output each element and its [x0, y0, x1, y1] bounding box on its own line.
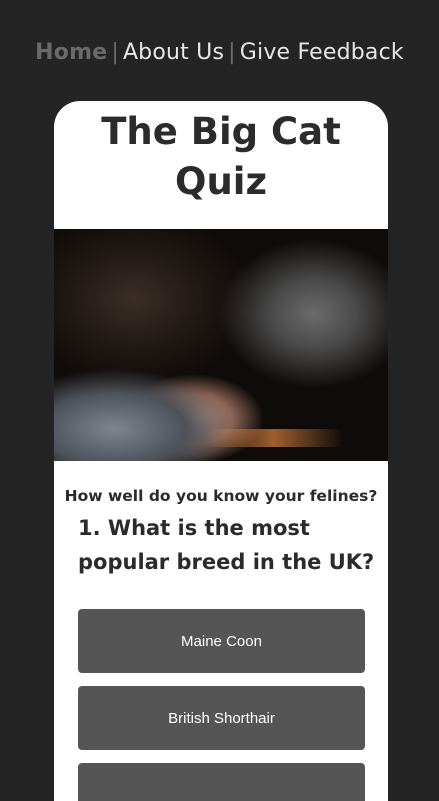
- nav-separator: |: [111, 40, 119, 65]
- question-text: 1. What is the most popular breed in the…: [78, 516, 375, 574]
- answer-button-maine-coon[interactable]: Maine Coon: [78, 609, 365, 673]
- main-nav: Home | About Us | Give Feedback: [0, 40, 439, 65]
- nav-about-link[interactable]: About Us: [123, 40, 224, 65]
- nav-home-link[interactable]: Home: [35, 40, 107, 65]
- nav-feedback-link[interactable]: Give Feedback: [240, 40, 404, 65]
- quiz-title: The Big Cat Quiz: [101, 110, 341, 203]
- nav-separator: |: [228, 40, 236, 65]
- answer-button-british-shorthair[interactable]: British Shorthair: [78, 686, 365, 750]
- phone-glow: [204, 429, 344, 447]
- quiz-card: The Big Cat Quiz How well do you know yo…: [54, 101, 388, 801]
- quiz-subtitle: How well do you know your felines?: [64, 487, 378, 505]
- hero-image: [54, 229, 388, 461]
